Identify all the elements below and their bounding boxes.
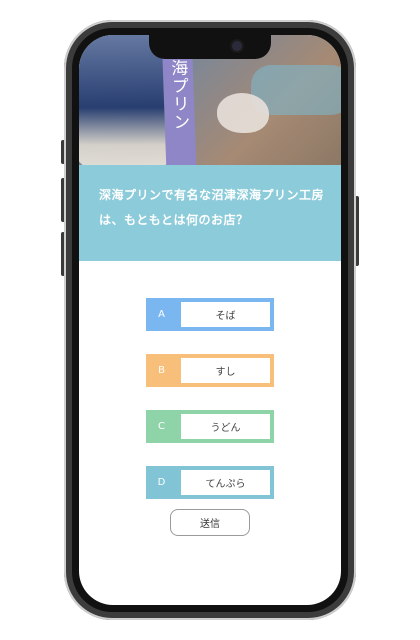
option-letter: A: [146, 298, 177, 331]
option-label: てんぷら: [177, 466, 274, 499]
option-d[interactable]: D てんぷら: [146, 466, 274, 499]
phone-frame: 深海プリン 深海プリンで有名な沼津深海プリン工房は、もともとは何のお店？ A そ…: [64, 20, 356, 620]
option-b[interactable]: B すし: [146, 354, 274, 387]
question-text: 深海プリンで有名な沼津深海プリン工房は、もともとは何のお店？: [99, 188, 325, 227]
notch: [149, 35, 271, 59]
phone-screen: 深海プリン 深海プリンで有名な沼津深海プリン工房は、もともとは何のお店？ A そ…: [79, 35, 341, 605]
option-a[interactable]: A そば: [146, 298, 274, 331]
option-letter: C: [146, 410, 177, 443]
option-letter: B: [146, 354, 177, 387]
camera-icon: [232, 41, 242, 51]
option-letter: D: [146, 466, 177, 499]
submit-button[interactable]: 送信: [170, 509, 250, 536]
option-label: すし: [177, 354, 274, 387]
option-label: うどん: [177, 410, 274, 443]
option-c[interactable]: C うどん: [146, 410, 274, 443]
option-label: そば: [177, 298, 274, 331]
shell-shape: [217, 93, 269, 133]
